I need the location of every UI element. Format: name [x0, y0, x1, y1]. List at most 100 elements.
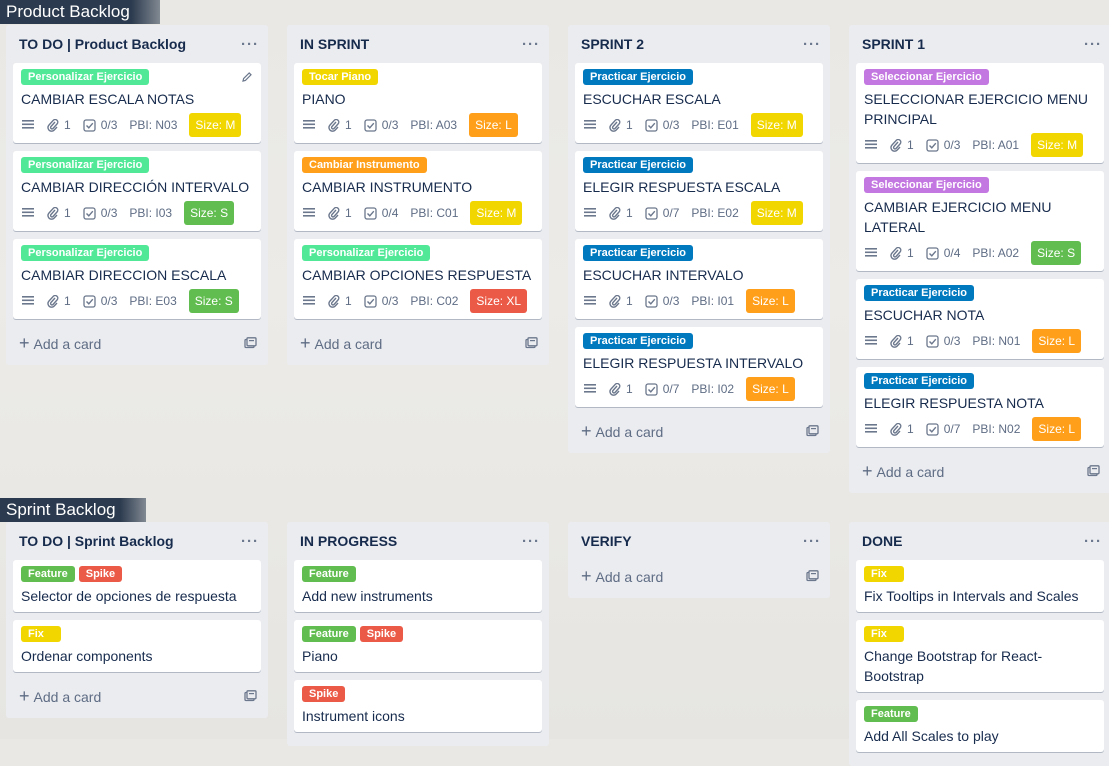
description-icon: [302, 207, 316, 219]
paperclip-icon: [47, 118, 59, 132]
description-icon: [864, 423, 878, 435]
list-menu-button[interactable]: ···: [241, 36, 259, 53]
add-card-button[interactable]: + Add a card: [13, 327, 261, 359]
card[interactable]: Practicar Ejercicio ELEGIR RESPUESTA NOTA…: [856, 367, 1104, 447]
card[interactable]: Spike Instrument icons: [294, 680, 542, 732]
pbi-field: PBI: A02: [972, 246, 1020, 260]
checklist-icon: [926, 246, 939, 260]
card[interactable]: Practicar Ejercicio ESCUCHAR NOTA 1 0/3 PBI:…: [856, 279, 1104, 359]
card-title: Add new instruments: [302, 588, 433, 604]
card[interactable]: Personalizar Ejercicio CAMBIAR ESCALA NOT…: [13, 63, 261, 143]
attachment-count: 1: [345, 118, 352, 132]
list-title[interactable]: IN PROGRESS: [300, 533, 397, 549]
card[interactable]: Practicar Ejercicio ELEGIR RESPUESTA INTE…: [575, 327, 823, 407]
card[interactable]: Personalizar Ejercicio CAMBIAR OPCIONES R…: [294, 239, 542, 319]
card[interactable]: Personalizar Ejercicio CAMBIAR DIRECCIÓN …: [13, 151, 261, 231]
card-labels: Cambiar Instrumento: [302, 157, 534, 173]
card[interactable]: Feature Add All Scales to play: [856, 700, 1104, 752]
list-menu-button[interactable]: ···: [522, 533, 540, 550]
list-column: IN SPRINT ··· Tocar Piano PIANO 1 0/3 PBI: A03…: [287, 25, 549, 365]
list-title[interactable]: TO DO | Sprint Backlog: [19, 533, 174, 549]
description-icon: [302, 119, 316, 131]
list-title[interactable]: DONE: [862, 533, 902, 549]
card-template-icon[interactable]: [806, 570, 819, 582]
section-label-product-backlog: Product Backlog: [0, 0, 160, 24]
card[interactable]: Seleccionar Ejercicio SELECCIONAR EJERCIC…: [856, 63, 1104, 163]
attachment-count: 1: [626, 294, 633, 308]
list-title[interactable]: SPRINT 1: [862, 36, 925, 52]
checklist-badge: 0/3: [926, 138, 960, 152]
attachment-count: 1: [345, 206, 352, 220]
card[interactable]: Practicar Ejercicio ESCUCHAR ESCALA 1 0/3 PB…: [575, 63, 823, 143]
card[interactable]: Seleccionar Ejercicio CAMBIAR EJERCICIO M…: [856, 171, 1104, 271]
checklist-count: 0/4: [381, 206, 399, 220]
card[interactable]: Feature Spike Piano: [294, 620, 542, 672]
paperclip-icon: [609, 294, 621, 308]
attachment-count: 1: [345, 294, 352, 308]
pbi-field: PBI: N01: [972, 334, 1021, 348]
list-column: TO DO | Sprint Backlog ··· Feature Spike Sel…: [6, 522, 268, 718]
add-card-label-wrap: + Add a card: [862, 461, 944, 482]
list-menu-button[interactable]: ···: [1084, 36, 1102, 53]
card-badges: 1 0/7 PBI: I02 Size: L: [583, 377, 815, 401]
add-card-label-wrap: + Add a card: [19, 686, 101, 707]
card-badges: 1 0/7 PBI: E02 Size: M: [583, 201, 815, 225]
card-template-icon[interactable]: [1087, 465, 1100, 477]
description-icon: [864, 247, 878, 259]
pbi-field: PBI: N02: [972, 422, 1021, 436]
checklist-count: 0/3: [381, 294, 399, 308]
card-labels: Practicar Ejercicio: [583, 69, 815, 85]
pbi-field: PBI: N03: [129, 118, 178, 132]
add-card-button[interactable]: + Add a card: [13, 680, 261, 712]
list-menu-button[interactable]: ···: [522, 36, 540, 53]
card-template-icon[interactable]: [806, 425, 819, 437]
checklist-icon: [83, 294, 96, 308]
checklist-badge: 0/3: [83, 294, 118, 308]
list-title[interactable]: TO DO | Product Backlog: [19, 36, 186, 52]
add-card-button[interactable]: + Add a card: [575, 415, 823, 447]
checklist-icon: [645, 118, 658, 132]
list-title[interactable]: IN SPRINT: [300, 36, 369, 52]
card[interactable]: Fix Ordenar components: [13, 620, 261, 672]
card[interactable]: Fix Change Bootstrap for React-Bootstrap: [856, 620, 1104, 692]
list-menu-button[interactable]: ···: [803, 36, 821, 53]
card-label: Fix: [864, 566, 904, 582]
card-template-icon[interactable]: [525, 337, 538, 349]
card-title: SELECCIONAR EJERCICIO MENU PRINCIPAL: [864, 91, 1089, 127]
checklist-icon: [645, 382, 658, 396]
card-label: Feature: [302, 566, 356, 582]
list-menu-button[interactable]: ···: [803, 533, 821, 550]
card[interactable]: Tocar Piano PIANO 1 0/3 PBI: A03 Size: L: [294, 63, 542, 143]
card-template-icon[interactable]: [244, 690, 257, 702]
description-icon: [583, 119, 597, 131]
add-card-button[interactable]: + Add a card: [856, 455, 1104, 487]
pencil-icon[interactable]: [241, 71, 253, 83]
checklist-count: 0/3: [100, 294, 118, 308]
card[interactable]: Cambiar Instrumento CAMBIAR INSTRUMENTO 1 0…: [294, 151, 542, 231]
checklist-badge: 0/4: [364, 206, 399, 220]
card-template-icon[interactable]: [244, 337, 257, 349]
list-header: DONE ···: [856, 522, 1104, 560]
card[interactable]: Practicar Ejercicio ESCUCHAR INTERVALO 1 0/…: [575, 239, 823, 319]
add-card-button[interactable]: + Add a card: [575, 560, 823, 592]
card-labels: Fix: [21, 626, 253, 642]
card[interactable]: Feature Add new instruments: [294, 560, 542, 612]
card[interactable]: Fix Fix Tooltips in Intervals and Scales: [856, 560, 1104, 612]
card-label: Feature: [302, 626, 356, 642]
checklist-badge: 0/3: [645, 294, 679, 308]
list-title[interactable]: VERIFY: [581, 533, 632, 549]
size-badge: Size: L: [746, 377, 795, 401]
attachment-count: 1: [907, 246, 914, 260]
list-menu-button[interactable]: ···: [1084, 533, 1102, 550]
card[interactable]: Practicar Ejercicio ELEGIR RESPUESTA ESCA…: [575, 151, 823, 231]
card[interactable]: Personalizar Ejercicio CAMBIAR DIRECCION …: [13, 239, 261, 319]
pbi-field: PBI: E03: [129, 294, 177, 308]
card-title: Fix Tooltips in Intervals and Scales: [864, 588, 1079, 604]
card-badges: 1 0/3 PBI: N01 Size: L: [864, 329, 1096, 353]
list-title[interactable]: SPRINT 2: [581, 36, 644, 52]
list-menu-button[interactable]: ···: [241, 533, 259, 550]
checklist-badge: 0/7: [645, 382, 679, 396]
card[interactable]: Feature Spike Selector de opciones de resp…: [13, 560, 261, 612]
paperclip-icon: [609, 206, 621, 220]
add-card-button[interactable]: + Add a card: [294, 327, 542, 359]
